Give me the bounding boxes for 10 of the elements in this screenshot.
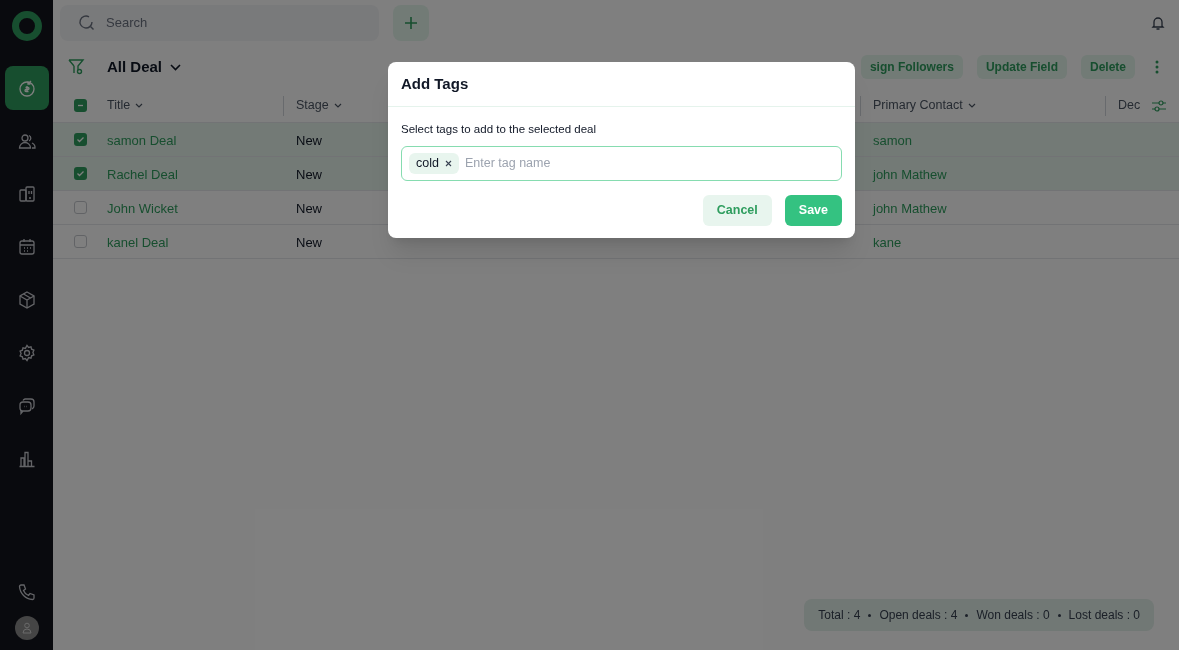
summary-text: Open deals : 4 — [879, 607, 958, 624]
table-cell: New — [296, 234, 322, 250]
dialog-title: Add Tags — [401, 73, 469, 94]
summary-text: Won deals : 0 — [976, 607, 1050, 624]
table-cell: New — [296, 200, 322, 216]
dialog-prompt: Select tags to add to the selected deal — [401, 122, 597, 137]
table-cell: New — [296, 132, 322, 148]
summary-text: Total : 4 — [818, 607, 861, 624]
summary-text: Lost deals : 0 — [1068, 607, 1140, 624]
table-cell: New — [296, 166, 322, 182]
